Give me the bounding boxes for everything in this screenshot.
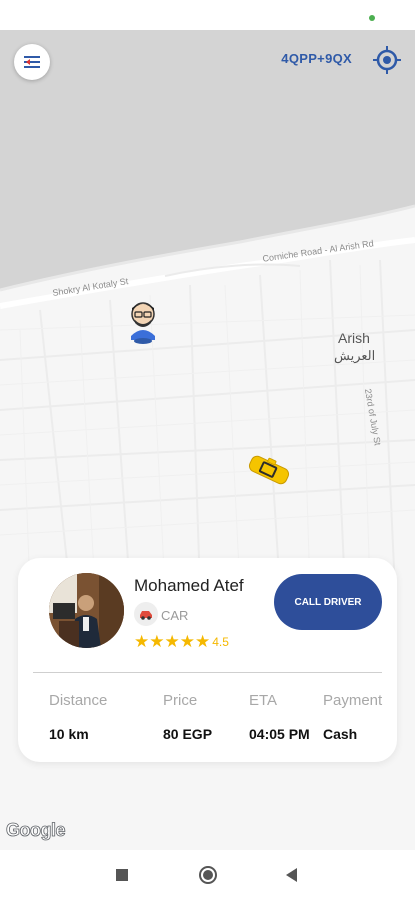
google-attribution-logo: Google <box>6 820 66 841</box>
eta-label: ETA <box>249 692 278 709</box>
price-label: Price <box>163 692 198 709</box>
star-icon: ★ <box>179 632 195 651</box>
call-driver-button[interactable]: CALL DRIVER <box>274 574 382 630</box>
driver-info-card: Mohamed Atef CAR ★ ★ ★ ★ ★ 4.5 CALL DRIV… <box>18 558 397 762</box>
divider <box>33 672 382 673</box>
user-avatar-pin-icon[interactable] <box>127 300 159 344</box>
home-button[interactable] <box>199 866 217 884</box>
taxi-car-icon <box>245 453 293 487</box>
city-label-arabic: العريش <box>334 348 376 363</box>
menu-toggle-button[interactable] <box>14 44 50 80</box>
city-label: Arish <box>338 330 370 346</box>
driver-rating: ★ ★ ★ ★ ★ 4.5 <box>134 633 229 650</box>
rating-value: 4.5 <box>212 634 229 649</box>
system-navigation-bar <box>0 850 415 900</box>
driver-avatar <box>49 573 124 648</box>
home-icon <box>203 870 213 880</box>
payment-label: Payment <box>323 692 383 709</box>
back-button[interactable] <box>286 868 297 882</box>
menu-toggle-icon <box>24 56 40 68</box>
star-icon: ★ <box>195 632 211 651</box>
plus-code-label[interactable]: 4QPP+9QX <box>281 51 352 66</box>
status-bar <box>0 0 415 30</box>
vehicle-type-label: CAR <box>161 608 189 623</box>
payment-value: Cash <box>323 726 358 742</box>
price-value: 80 EGP <box>163 726 213 742</box>
star-icon: ★ <box>164 632 180 651</box>
eta-value: 04:05 PM <box>249 726 310 742</box>
driver-name: Mohamed Atef <box>134 576 244 595</box>
distance-label: Distance <box>49 692 108 709</box>
recent-apps-button[interactable] <box>116 869 128 881</box>
distance-value: 10 km <box>49 726 89 742</box>
status-indicator-dot <box>369 15 375 21</box>
car-type-icon <box>134 602 158 626</box>
star-icon: ★ <box>149 632 165 651</box>
gps-target-icon <box>373 46 401 74</box>
my-location-button[interactable] <box>369 42 405 78</box>
star-icon: ★ <box>134 632 150 651</box>
